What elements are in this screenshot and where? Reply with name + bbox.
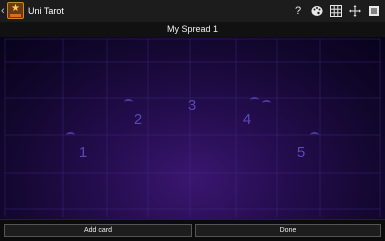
help-icon[interactable]: ? — [290, 3, 306, 19]
spread-board[interactable]: 1 2 3 4 5 — [0, 37, 385, 219]
card-marker — [124, 99, 133, 105]
bottom-bar: Add card Done — [0, 219, 385, 241]
card-position-5[interactable]: 5 — [291, 144, 311, 162]
palette-icon[interactable] — [309, 3, 325, 19]
card-marker — [262, 100, 271, 106]
card-position-1[interactable]: 1 — [73, 144, 93, 162]
card-marker — [66, 132, 75, 138]
board-grid — [4, 38, 381, 217]
card-position-4[interactable]: 4 — [237, 111, 257, 129]
back-icon[interactable]: ‹ — [1, 5, 5, 17]
spread-title: My Spread 1 — [0, 22, 385, 37]
card-position-3[interactable]: 3 — [182, 97, 202, 115]
menu-overflow-icon[interactable] — [366, 3, 382, 19]
grid-icon[interactable] — [328, 3, 344, 19]
card-marker — [250, 97, 259, 103]
add-card-button[interactable]: Add card — [4, 224, 192, 237]
card-position-2[interactable]: 2 — [128, 111, 148, 129]
card-marker — [310, 132, 319, 138]
app-title: Uni Tarot — [28, 6, 64, 16]
app-logo-icon[interactable]: ★ — [7, 2, 24, 19]
move-arrows-icon[interactable] — [347, 3, 363, 19]
action-bar: ‹ ★ Uni Tarot ? — [0, 0, 385, 23]
done-button[interactable]: Done — [195, 224, 381, 237]
